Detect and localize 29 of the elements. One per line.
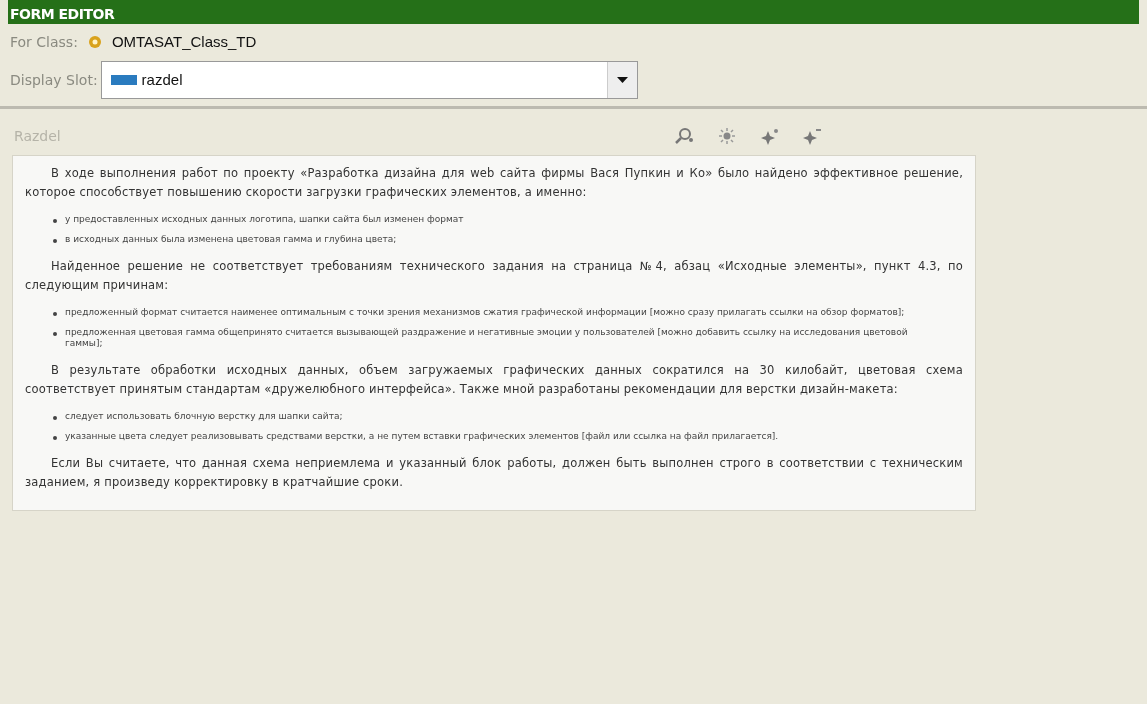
dropdown-arrow-icon	[616, 77, 628, 83]
class-icon	[87, 35, 102, 49]
field-label: Display Slot:	[10, 70, 98, 90]
header-title: FORM EDITOR	[10, 5, 115, 24]
field-label: For Class:	[10, 32, 78, 52]
bullet-icon	[53, 332, 57, 336]
bullet-icon	[53, 312, 57, 316]
list-item: указанные цвета следует реализовывать средствами верстки, а не путем вставки графических элементов [файл или ссылка на файл прилагается].	[65, 431, 779, 442]
sun-icon[interactable]	[716, 127, 738, 145]
search-icon[interactable]	[674, 127, 694, 145]
paragraph: В результате обработки исходных данных, объем загружаемых графических данных сократился на 30 килобайт, цветовая схема соответствует принятым стандартам «дружелюбного интерфейса». Также мной разработаны рекомендации для верстки дизайн-макета:	[25, 362, 963, 398]
sparkle-icon[interactable]	[760, 127, 780, 145]
paragraph: Найденное решение не соответствует требованиям технического задания на страница №4, абзац «Исходные элементы», пункт 4.3, по следующим причинам:	[25, 258, 963, 294]
slot-dropdown[interactable]: razdel	[100, 61, 638, 99]
bullet-icon	[53, 436, 57, 440]
class-name: OMTASAT_Class_TD	[111, 31, 257, 52]
list-item: предложенная цветовая гамма общепринято считается вызывающей раздражение и негативные эмоции у пользователей [можно добавить ссылку на исследования цветовой гаммы];	[65, 327, 909, 349]
bullet-icon	[53, 239, 57, 243]
bullet-icon	[53, 416, 57, 420]
list-item: следует использовать блочную верстку для шапки сайта;	[65, 411, 343, 422]
list-item: в исходных данных была изменена цветовая гамма и глубина цвета;	[65, 234, 397, 245]
paragraph: В ходе выполнения работ по проекту «Разработка дизайна для web сайта фирмы Вася Пупкин и Ко» было найдено эффективное решение, которое способствует повышению скорости загрузки графических элементов, а именно:	[25, 165, 963, 201]
dropdown-value: razdel	[141, 69, 184, 90]
paragraph: Если Вы считаете, что данная схема неприемлема и указанный блок работы, должен быть выполнен строго в соответствии с техническим заданием, я произведу корректировку в кратчайшие сроки.	[25, 455, 963, 491]
bullet-icon	[53, 219, 57, 223]
slot-color-icon	[110, 75, 137, 85]
list-item: предложенный формат считается наименее оптимальным с точки зрения механизмов сжатия графической информации [можно сразу прилагать ссылки на обзор форматов];	[65, 307, 905, 318]
sparkle-icon[interactable]	[802, 127, 822, 145]
list-item: у предоставленных исходных данных логотипа, шапки сайта был изменен формат	[65, 214, 464, 225]
